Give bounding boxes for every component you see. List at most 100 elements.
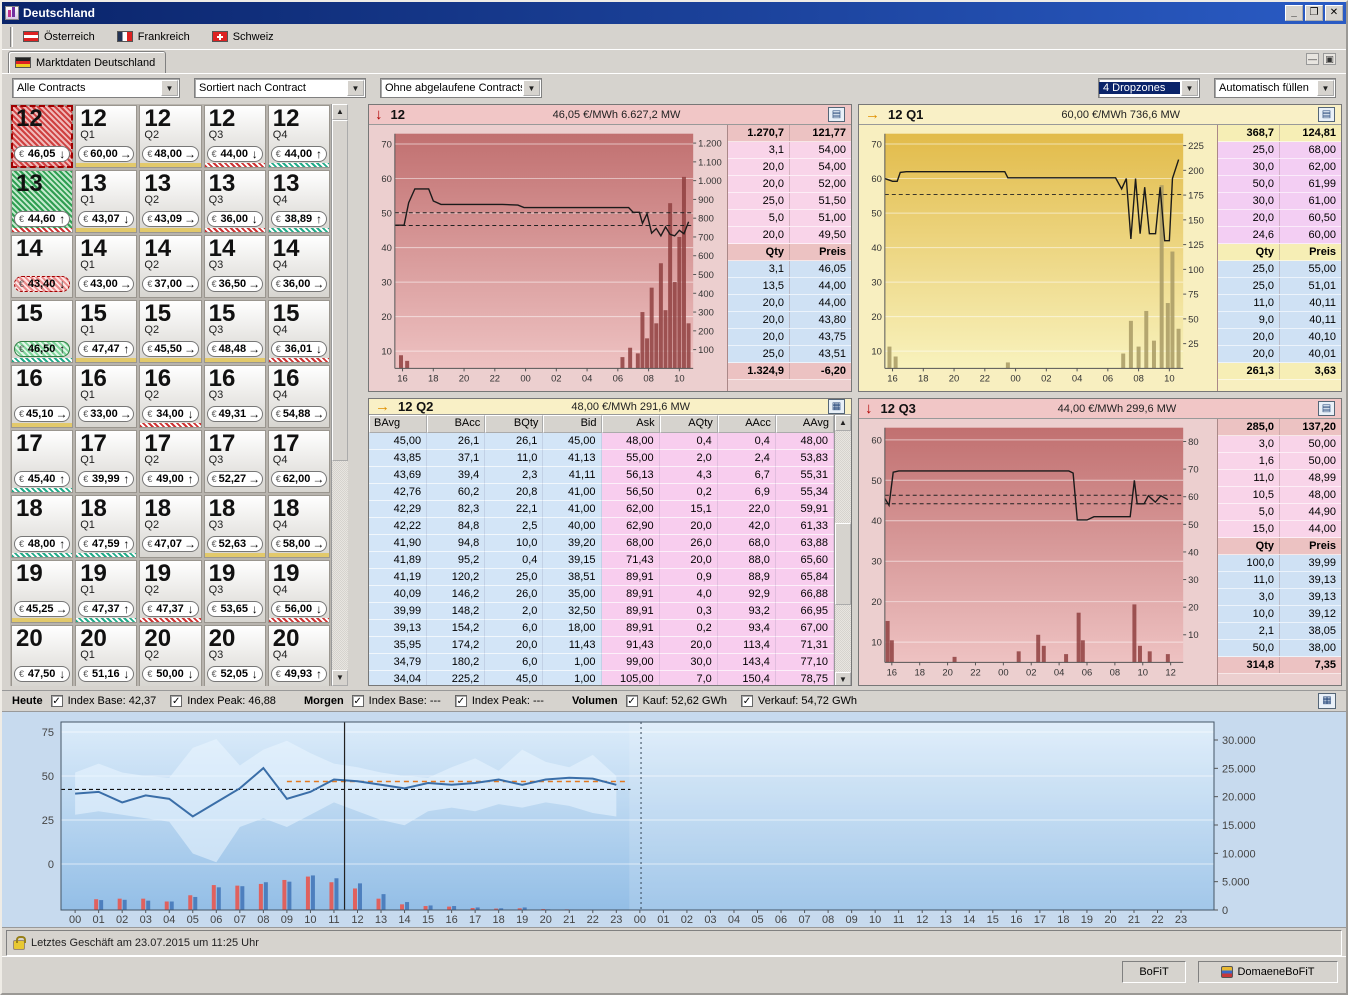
scroll-up-icon[interactable]: ▲ (332, 104, 348, 120)
minimize-button[interactable]: _ (1285, 5, 1303, 21)
contract-tile-16[interactable]: 16€45,10→ (11, 365, 73, 428)
column-header-aavg[interactable]: AAvg (776, 415, 834, 433)
table-row[interactable]: 41,8995,20,439,1571,4320,088,065,60 (369, 552, 834, 569)
contract-tile-15[interactable]: 15€46,50↑ (11, 300, 73, 363)
table-row[interactable]: 42,2982,322,141,0062,0015,122,059,91 (369, 501, 834, 518)
panel-header[interactable]: →12 Q248,00 €/MWh 291,6 MW▦ (369, 399, 851, 415)
contract-tile-12-q1[interactable]: 12Q1€60,00→ (75, 105, 137, 168)
contract-tile-12-q3[interactable]: 12Q3€44,00↓ (204, 105, 266, 168)
contract-tile-14[interactable]: 14€43,40↓ (11, 235, 73, 298)
column-header-ask[interactable]: Ask (602, 415, 660, 433)
close-button[interactable]: ✕ (1325, 5, 1343, 21)
contract-tile-19-q2[interactable]: 19Q2€47,37↓ (139, 560, 201, 623)
chart-settings-icon[interactable]: ▦ (1318, 693, 1336, 709)
contract-tile-17[interactable]: 17€45,40↑ (11, 430, 73, 493)
contract-tile-16-q2[interactable]: 16Q2€34,00↓ (139, 365, 201, 428)
table-row[interactable]: 43,8537,111,041,1355,002,02,453,83 (369, 450, 834, 467)
tab-frankreich[interactable]: Frankreich (113, 29, 198, 45)
contract-tile-13-q4[interactable]: 13Q4€38,89↑ (268, 170, 330, 233)
table-row[interactable]: 45,0026,126,145,0048,000,40,448,00 (369, 433, 834, 450)
contract-tile-16-q4[interactable]: 16Q4€54,88→ (268, 365, 330, 428)
contract-tile-20-q2[interactable]: 20Q2€50,00↓ (139, 625, 201, 686)
contract-tile-13-q2[interactable]: 13Q2€43,09→ (139, 170, 201, 233)
chevron-down-icon[interactable]: ▼ (347, 80, 364, 96)
heute-base-checkbox[interactable]: ✓ (51, 695, 63, 707)
column-header-aacc[interactable]: AAcc (718, 415, 776, 433)
scrollbar-thumb[interactable] (332, 120, 348, 461)
scroll-down-icon[interactable]: ▼ (835, 672, 851, 686)
contract-tile-13-q1[interactable]: 13Q1€43,07↓ (75, 170, 137, 233)
table-row[interactable]: 35,95174,220,011,4391,4320,0113,471,31 (369, 637, 834, 654)
contract-tile-18-q1[interactable]: 18Q1€47,59↑ (75, 495, 137, 558)
column-header-bid[interactable]: Bid (543, 415, 601, 433)
contract-tile-18-q2[interactable]: 18Q2€47,07→ (139, 495, 201, 558)
table-row[interactable]: 41,19120,225,038,5189,910,988,965,84 (369, 569, 834, 586)
contract-tile-14-q2[interactable]: 14Q2€37,00→ (139, 235, 201, 298)
chevron-down-icon[interactable]: ▼ (523, 80, 540, 96)
column-header-bqty[interactable]: BQty (485, 415, 543, 433)
contract-tile-19[interactable]: 19€45,25→ (11, 560, 73, 623)
panel-header[interactable]: →12 Q160,00 €/MWh 736,6 MW▤ (859, 105, 1341, 125)
contract-tile-16-q1[interactable]: 16Q1€33,00→ (75, 365, 137, 428)
contract-tile-12[interactable]: 12€46,05↓ (11, 105, 73, 168)
contracts-filter-select[interactable]: Alle Contracts ▼ (12, 78, 180, 98)
contract-tile-20[interactable]: 20€47,50↓ (11, 625, 73, 686)
chart-toggle-icon[interactable]: ▤ (828, 107, 845, 122)
autofill-select[interactable]: Automatisch füllen ▼ (1214, 78, 1336, 98)
contract-tile-17-q2[interactable]: 17Q2€49,00↑ (139, 430, 201, 493)
contract-tile-19-q4[interactable]: 19Q4€56,00↓ (268, 560, 330, 623)
contract-tile-19-q1[interactable]: 19Q1€47,37↑ (75, 560, 137, 623)
column-header-bacc[interactable]: BAcc (427, 415, 485, 433)
column-header-bavg[interactable]: BAvg (369, 415, 427, 433)
scrollbar-thumb[interactable] (835, 523, 851, 605)
contract-tile-19-q3[interactable]: 19Q3€53,65↓ (204, 560, 266, 623)
table-row[interactable]: 39,99148,22,032,5089,910,393,266,95 (369, 603, 834, 620)
contract-tile-14-q1[interactable]: 14Q1€43,00→ (75, 235, 137, 298)
scroll-track[interactable] (835, 431, 851, 672)
contract-tile-13[interactable]: 13€44,60↑ (11, 170, 73, 233)
contract-tile-18-q3[interactable]: 18Q3€52,63→ (204, 495, 266, 558)
contract-list-scrollbar[interactable]: ▲ ▼ (331, 104, 348, 686)
table-row[interactable]: 34,04225,245,01,00105,007,0150,478,75 (369, 671, 834, 686)
morgen-base-checkbox[interactable]: ✓ (352, 695, 364, 707)
kauf-checkbox[interactable]: ✓ (626, 695, 638, 707)
sort-select[interactable]: Sortiert nach Contract ▼ (194, 78, 366, 98)
contract-tile-16-q3[interactable]: 16Q3€49,31→ (204, 365, 266, 428)
contract-tile-17-q4[interactable]: 17Q4€62,00→ (268, 430, 330, 493)
tab-schweiz[interactable]: Schweiz (208, 29, 282, 45)
contract-tile-18-q4[interactable]: 18Q4€58,00→ (268, 495, 330, 558)
dropzones-select[interactable]: 4 Dropzones ▼ (1098, 78, 1200, 98)
chevron-down-icon[interactable]: ▼ (1317, 80, 1334, 96)
expired-filter-select[interactable]: Ohne abgelaufene Contracts ▼ (380, 78, 542, 98)
panel-header[interactable]: ↓12 Q344,00 €/MWh 299,6 MW▤ (859, 399, 1341, 419)
contract-tile-15-q2[interactable]: 15Q2€45,50→ (139, 300, 201, 363)
depth-table-scrollbar[interactable]: ▲▼ (834, 415, 851, 686)
contract-tile-15-q1[interactable]: 15Q1€47,47↑ (75, 300, 137, 363)
chevron-down-icon[interactable]: ▼ (161, 80, 178, 96)
contract-tile-20-q3[interactable]: 20Q3€52,05↓ (204, 625, 266, 686)
contract-tile-17-q1[interactable]: 17Q1€39,99↑ (75, 430, 137, 493)
contract-tile-15-q4[interactable]: 15Q4€36,01↓ (268, 300, 330, 363)
restore-pane-icon[interactable]: ▣ (1323, 53, 1336, 65)
contract-tile-12-q4[interactable]: 12Q4€44,00↑ (268, 105, 330, 168)
panel-header[interactable]: ↓1246,05 €/MWh 6.627,2 MW▤ (369, 105, 851, 125)
contract-tile-14-q3[interactable]: 14Q3€36,50→ (204, 235, 266, 298)
heute-peak-checkbox[interactable]: ✓ (170, 695, 182, 707)
table-row[interactable]: 42,7660,220,841,0056,500,26,955,34 (369, 484, 834, 501)
column-header-aqty[interactable]: AQty (660, 415, 718, 433)
contract-tile-14-q4[interactable]: 14Q4€36,00→ (268, 235, 330, 298)
table-row[interactable]: 34,79180,26,01,0099,0030,0143,477,10 (369, 654, 834, 671)
chevron-down-icon[interactable]: ▼ (1181, 80, 1198, 96)
contract-tile-15-q3[interactable]: 15Q3€48,48→ (204, 300, 266, 363)
contract-tile-13-q3[interactable]: 13Q3€36,00↓ (204, 170, 266, 233)
morgen-peak-checkbox[interactable]: ✓ (455, 695, 467, 707)
table-row[interactable]: 42,2284,82,540,0062,9020,042,061,33 (369, 518, 834, 535)
tab-marktdaten-deutschland[interactable]: Marktdaten Deutschland (8, 51, 166, 73)
contract-tile-17-q3[interactable]: 17Q3€52,27→ (204, 430, 266, 493)
table-row[interactable]: 40,09146,226,035,0089,914,092,966,88 (369, 586, 834, 603)
table-view-icon[interactable]: ▦ (828, 399, 845, 414)
chart-toggle-icon[interactable]: ▤ (1318, 401, 1335, 416)
contract-tile-20-q4[interactable]: 20Q4€49,93↑ (268, 625, 330, 686)
scroll-down-icon[interactable]: ▼ (332, 670, 348, 686)
table-row[interactable]: 41,9094,810,039,2068,0026,068,063,88 (369, 535, 834, 552)
